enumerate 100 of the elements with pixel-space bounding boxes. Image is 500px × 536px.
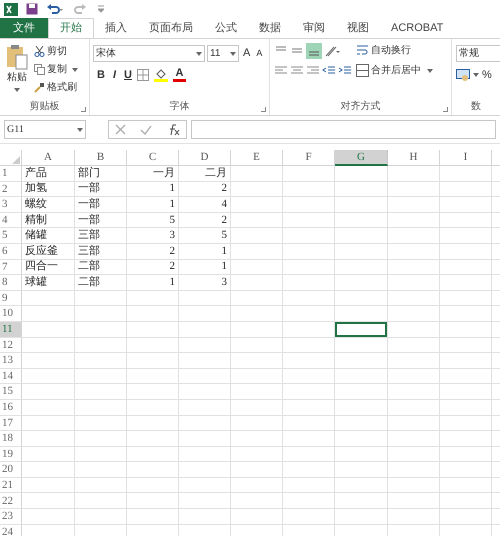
font-name-dropdown[interactable]: 宋体: [93, 45, 205, 62]
row-header[interactable]: 23: [0, 509, 22, 524]
group-label: 对齐方式: [340, 100, 380, 114]
ribbon-tab[interactable]: 页面布局: [138, 18, 204, 38]
row-header[interactable]: 15: [0, 384, 22, 399]
row-header[interactable]: 2: [0, 182, 22, 196]
dialog-launcher-icon[interactable]: [261, 107, 266, 112]
row-header[interactable]: 10: [0, 306, 22, 321]
column-header[interactable]: E: [231, 150, 283, 166]
table-cell-text: 二月: [204, 166, 228, 181]
caret-icon[interactable]: [77, 128, 83, 132]
row-header[interactable]: 18: [0, 431, 22, 446]
ribbon-tab[interactable]: 审阅: [292, 18, 336, 38]
ribbon-tab[interactable]: 插入: [94, 18, 138, 38]
accounting-format-icon[interactable]: [456, 68, 470, 82]
column-header[interactable]: C: [127, 150, 179, 166]
table-cell-text: 1: [168, 182, 176, 196]
grow-font-button[interactable]: A: [241, 45, 252, 62]
table-cell-text: 三部: [77, 228, 101, 243]
copy-icon: [34, 64, 45, 75]
dialog-launcher-icon[interactable]: [81, 107, 86, 112]
row-header[interactable]: 12: [0, 338, 22, 352]
cut-button[interactable]: 剪切: [34, 44, 78, 59]
excel-logo-icon[interactable]: [4, 2, 18, 16]
row-header[interactable]: 14: [0, 368, 22, 384]
row-header[interactable]: 13: [0, 353, 22, 368]
table-cell-text: 2: [168, 244, 176, 259]
active-cell[interactable]: [335, 322, 387, 337]
orientation-icon[interactable]: [324, 44, 340, 58]
row-header[interactable]: 5: [0, 228, 22, 243]
column-header[interactable]: H: [388, 150, 440, 166]
row-header[interactable]: 8: [0, 275, 22, 290]
merge-cells-icon: [356, 64, 369, 77]
row-header[interactable]: 24: [0, 524, 22, 536]
group-label: 剪贴板: [30, 100, 60, 114]
table-cell-text: 2: [168, 260, 176, 274]
save-icon[interactable]: [26, 3, 38, 15]
table-cell-text: 二部: [77, 260, 101, 274]
caret-icon[interactable]: [72, 68, 78, 72]
align-bottom-icon[interactable]: [306, 43, 322, 59]
borders-icon[interactable]: [136, 69, 149, 82]
ribbon-tab[interactable]: ACROBAT: [380, 18, 454, 38]
ribbon-tab[interactable]: 公式: [204, 18, 248, 38]
fill-color-icon[interactable]: [154, 68, 168, 82]
underline-button[interactable]: U: [124, 67, 132, 84]
name-box[interactable]: G11: [4, 120, 86, 139]
column-header[interactable]: A: [22, 150, 75, 166]
paste-button[interactable]: 粘贴: [0, 42, 34, 99]
row-header[interactable]: 7: [0, 260, 22, 274]
table-cell-text: 4: [220, 197, 228, 212]
font-size-dropdown[interactable]: 11: [207, 45, 239, 62]
table-cell-text: 球罐: [24, 275, 48, 290]
formula-input[interactable]: [191, 120, 496, 139]
merge-center-button[interactable]: 合并后居中: [356, 63, 433, 78]
bold-button[interactable]: B: [97, 67, 105, 84]
caret-icon[interactable]: [196, 52, 202, 56]
ribbon-tab[interactable]: 数据: [248, 18, 292, 38]
copy-button[interactable]: 复制: [34, 62, 78, 77]
row-header[interactable]: 21: [0, 478, 22, 492]
row-header[interactable]: 3: [0, 197, 22, 212]
column-header[interactable]: G: [335, 150, 388, 166]
dialog-launcher-icon[interactable]: [443, 107, 448, 112]
row-header[interactable]: 6: [0, 244, 22, 259]
table-cell-text: 1: [168, 275, 176, 290]
row-header[interactable]: 16: [0, 400, 22, 414]
shrink-font-button[interactable]: A: [254, 46, 264, 60]
row-header[interactable]: 4: [0, 212, 22, 228]
row-header[interactable]: 1: [0, 166, 22, 181]
row-header[interactable]: 22: [0, 493, 22, 508]
wrap-text-button[interactable]: 自动换行: [356, 43, 433, 58]
table-cell-text: 2: [220, 182, 228, 196]
italic-button[interactable]: I: [110, 67, 120, 84]
table-cell-text: 部门: [77, 166, 101, 181]
clipboard-icon: [6, 44, 28, 70]
undo-icon[interactable]: [46, 3, 64, 15]
row-header[interactable]: 17: [0, 416, 22, 430]
font-color-button[interactable]: A: [172, 68, 186, 82]
caret-icon[interactable]: [14, 88, 20, 92]
column-header[interactable]: B: [75, 150, 127, 166]
row-header[interactable]: 19: [0, 446, 22, 462]
column-header[interactable]: I: [440, 150, 492, 166]
caret-icon[interactable]: [473, 73, 479, 78]
scissors-icon: [34, 46, 45, 57]
row-header[interactable]: 9: [0, 290, 22, 306]
caret-icon[interactable]: [230, 52, 236, 56]
caret-icon[interactable]: [427, 68, 433, 72]
file-tab[interactable]: 文件: [0, 18, 48, 38]
column-header[interactable]: D: [179, 150, 231, 166]
percent-button[interactable]: %: [482, 67, 492, 84]
ribbon-tab[interactable]: 开始: [48, 18, 94, 38]
ribbon-tab[interactable]: 视图: [336, 18, 380, 38]
customize-toolbar-icon[interactable]: [98, 5, 104, 13]
table-cell-text: 产品: [24, 166, 48, 181]
table-cell-text: 加氢: [24, 182, 48, 196]
number-format-dropdown[interactable]: 常规: [456, 45, 500, 62]
format-painter-button[interactable]: 格式刷: [34, 80, 78, 95]
row-header[interactable]: 20: [0, 462, 22, 477]
check-icon[interactable]: [140, 124, 152, 134]
row-header[interactable]: 11: [0, 322, 22, 337]
table-cell-text: 精制: [24, 212, 48, 228]
